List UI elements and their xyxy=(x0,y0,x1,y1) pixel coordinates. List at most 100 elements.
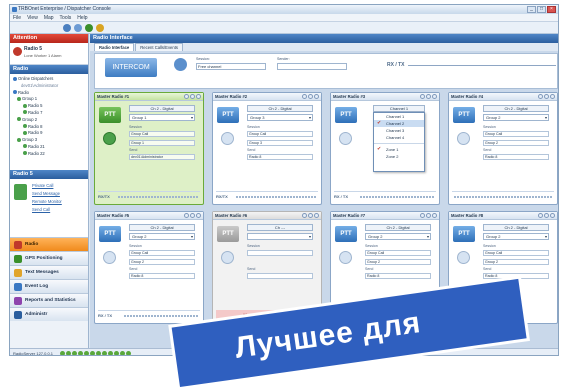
tree-item[interactable]: Radio 22 xyxy=(13,151,85,158)
nav-text-messages[interactable]: Text Messages xyxy=(10,265,88,279)
speaker-icon[interactable] xyxy=(339,251,352,264)
maximize-button[interactable]: □ xyxy=(537,6,546,13)
attention-item[interactable]: Radio 5 Lone Worker 1 Alarm xyxy=(10,43,88,65)
speaker-icon[interactable] xyxy=(103,251,116,264)
panel-info-icon[interactable] xyxy=(544,213,549,218)
connect-icon[interactable] xyxy=(85,24,93,32)
panel-info-icon[interactable] xyxy=(308,213,313,218)
channel-option[interactable]: Channel 3 xyxy=(374,127,424,134)
channel-button[interactable]: Ch 2 - Digital xyxy=(129,224,195,231)
group-select[interactable]: Group 2 xyxy=(483,114,549,121)
panel-settings-icon[interactable] xyxy=(184,213,189,218)
panel-info-icon[interactable] xyxy=(426,213,431,218)
channel-option[interactable]: Channel 1 xyxy=(374,113,424,120)
ptt-button[interactable]: PTT xyxy=(335,107,357,123)
settings-icon[interactable] xyxy=(96,24,104,32)
back-icon[interactable] xyxy=(63,24,71,32)
nav-reports[interactable]: Reports and Statistics xyxy=(10,293,88,307)
send-call-link[interactable]: Send Call xyxy=(32,206,62,214)
panel-close-icon[interactable] xyxy=(432,213,437,218)
tree-item[interactable]: Radio 8 xyxy=(13,124,85,131)
zone-option[interactable]: Zone 2 xyxy=(374,153,424,160)
group-select[interactable]: Group 2 xyxy=(129,233,195,240)
panel-settings-icon[interactable] xyxy=(420,213,425,218)
speaker-icon[interactable] xyxy=(221,251,234,264)
menu-view[interactable]: View xyxy=(27,14,38,21)
channel-button[interactable]: Channel 1 xyxy=(373,105,425,112)
panel-close-icon[interactable] xyxy=(550,94,555,99)
ptt-button[interactable]: PTT xyxy=(217,226,239,242)
speaker-icon[interactable] xyxy=(103,132,116,145)
panel-settings-icon[interactable] xyxy=(302,94,307,99)
channel-button[interactable]: Ch 2 - Digital xyxy=(483,224,549,231)
tree-item[interactable]: Radio 21 xyxy=(13,144,85,151)
menu-file[interactable]: File xyxy=(13,14,21,21)
panel-close-icon[interactable] xyxy=(550,213,555,218)
panel-settings-icon[interactable] xyxy=(184,94,189,99)
tab-radio-interface[interactable]: Radio Interface xyxy=(94,43,135,51)
menu-map[interactable]: Map xyxy=(44,14,54,21)
tree-item[interactable]: Radio 7 xyxy=(13,110,85,117)
channel-button[interactable]: Ch --- xyxy=(247,224,313,231)
tree-item[interactable]: Online Dispatchers xyxy=(13,76,85,83)
minimize-button[interactable]: _ xyxy=(527,6,536,13)
ptt-button[interactable]: PTT xyxy=(99,107,121,123)
channel-button[interactable]: Ch 2 - Digital xyxy=(247,105,313,112)
intercom-button[interactable]: INTERCOM xyxy=(105,58,157,77)
group-select[interactable]: Group 1 xyxy=(129,114,195,121)
panel-close-icon[interactable] xyxy=(314,213,319,218)
panel-info-icon[interactable] xyxy=(190,213,195,218)
ptt-button[interactable]: PTT xyxy=(335,226,357,242)
tree-item[interactable]: Group 3 xyxy=(13,137,85,144)
nav-administration[interactable]: Administr xyxy=(10,307,88,321)
zone-option-selected[interactable]: Zone 1 xyxy=(374,146,424,153)
nav-event-log[interactable]: Event Log xyxy=(10,279,88,293)
ptt-button[interactable]: PTT xyxy=(453,107,475,123)
group-select[interactable]: Group 3 xyxy=(247,114,313,121)
tab-recent-calls[interactable]: Recent Calls/Events xyxy=(135,43,183,51)
panel-close-icon[interactable] xyxy=(196,213,201,218)
send-message-link[interactable]: Send Message xyxy=(32,190,62,198)
tree-item[interactable]: dev01\Administrator xyxy=(13,83,85,90)
tree-item[interactable]: Group 2 xyxy=(13,117,85,124)
microphone-icon[interactable] xyxy=(174,58,187,71)
panel-info-icon[interactable] xyxy=(544,94,549,99)
panel-settings-icon[interactable] xyxy=(538,213,543,218)
ptt-button[interactable]: PTT xyxy=(453,226,475,242)
group-select[interactable]: Group 2 xyxy=(365,233,431,240)
panel-close-icon[interactable] xyxy=(314,94,319,99)
menu-tools[interactable]: Tools xyxy=(60,14,72,21)
menu-help[interactable]: Help xyxy=(77,14,87,21)
panel-close-icon[interactable] xyxy=(432,94,437,99)
tree-item[interactable]: Group 1 xyxy=(13,96,85,103)
ptt-button[interactable]: PTT xyxy=(99,226,121,242)
tree-item[interactable]: Radio 9 xyxy=(13,130,85,137)
channel-option[interactable]: Channel 4 xyxy=(374,134,424,141)
group-select[interactable]: Group 2 xyxy=(483,233,549,240)
panel-settings-icon[interactable] xyxy=(302,213,307,218)
speaker-icon[interactable] xyxy=(339,132,352,145)
panel-close-icon[interactable] xyxy=(196,94,201,99)
ptt-button[interactable]: PTT xyxy=(217,107,239,123)
tree-item[interactable]: Radio xyxy=(13,90,85,97)
tree-item[interactable]: Radio 5 xyxy=(13,103,85,110)
panel-info-icon[interactable] xyxy=(308,94,313,99)
close-button[interactable]: × xyxy=(547,6,556,13)
speaker-icon[interactable] xyxy=(457,251,470,264)
panel-settings-icon[interactable] xyxy=(538,94,543,99)
speaker-icon[interactable] xyxy=(221,132,234,145)
nav-gps[interactable]: GPS Positioning xyxy=(10,251,88,265)
channel-button[interactable]: Ch 2 - Digital xyxy=(129,105,195,112)
panel-settings-icon[interactable] xyxy=(420,94,425,99)
channel-button[interactable]: Ch 2 - Digital xyxy=(483,105,549,112)
private-call-link[interactable]: Private Call xyxy=(32,182,62,190)
group-select[interactable] xyxy=(247,233,313,240)
panel-info-icon[interactable] xyxy=(426,94,431,99)
remote-monitor-link[interactable]: Remote Monitor xyxy=(32,198,62,206)
channel-option-selected[interactable]: Channel 2 xyxy=(374,120,424,127)
panel-info-icon[interactable] xyxy=(190,94,195,99)
speaker-icon[interactable] xyxy=(457,132,470,145)
channel-button[interactable]: Ch 2 - Digital xyxy=(365,224,431,231)
refresh-icon[interactable] xyxy=(74,24,82,32)
nav-radio[interactable]: Radio xyxy=(10,237,88,251)
